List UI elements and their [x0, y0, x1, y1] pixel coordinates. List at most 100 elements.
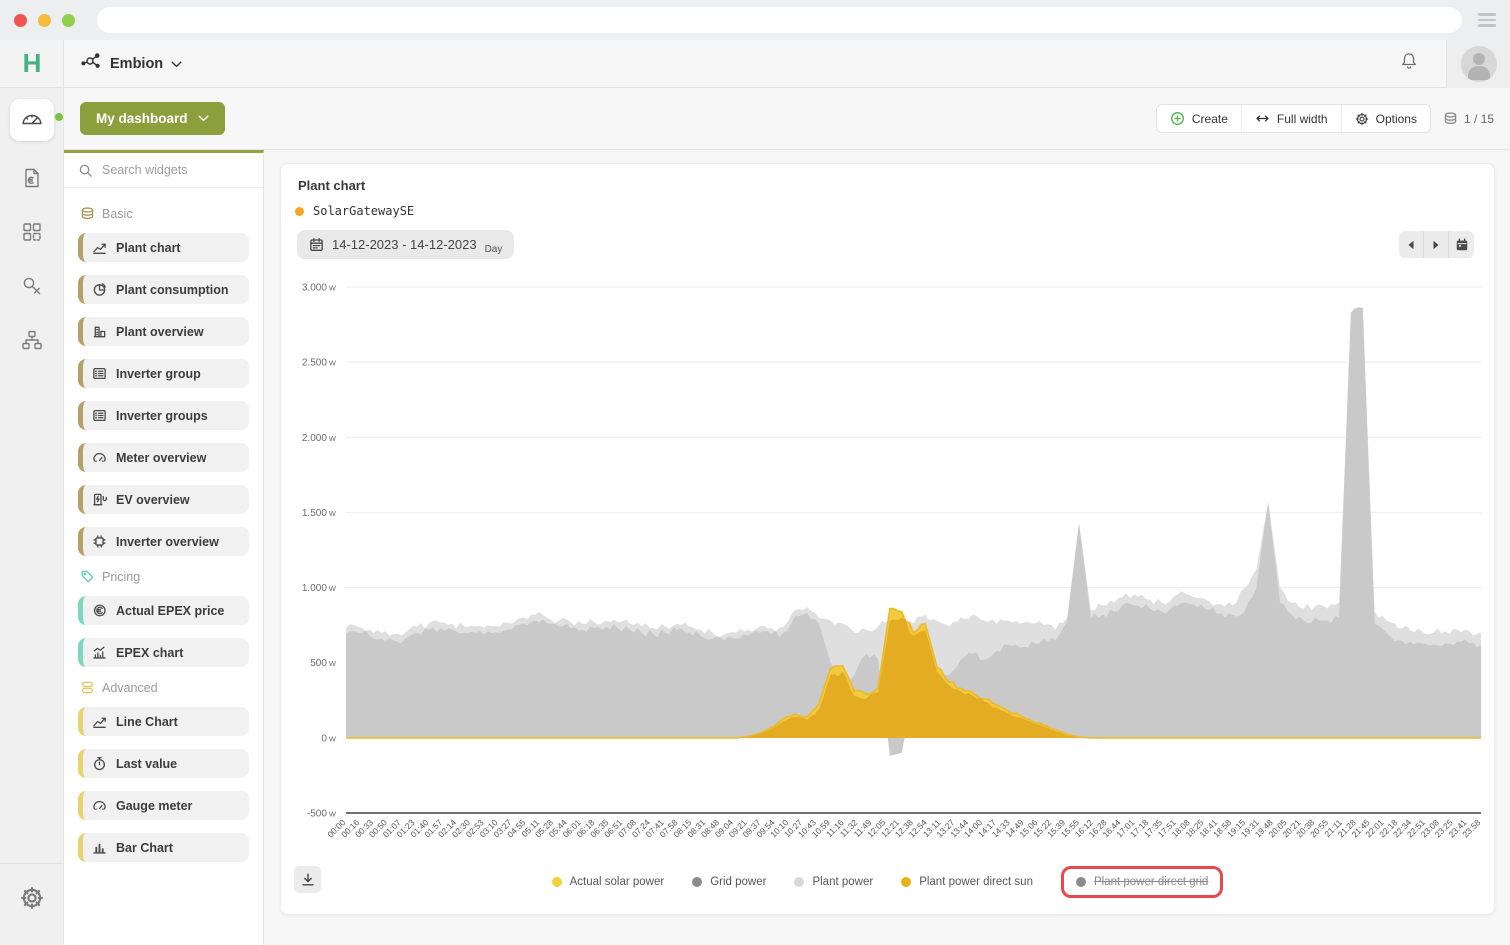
legend-item-grid-power[interactable]: Grid power	[692, 876, 766, 888]
device-status-dot	[295, 207, 304, 216]
next-period-button[interactable]	[1424, 231, 1449, 258]
widget-card-label: EPEX chart	[116, 646, 183, 660]
widget-card-last-value[interactable]: Last value	[78, 749, 249, 778]
sidebar-item-dashboard[interactable]	[10, 99, 54, 141]
widget-card-label: Plant chart	[116, 241, 181, 255]
widget-card-inverter-group[interactable]: Inverter group	[78, 359, 249, 388]
widget-card-inverter-overview[interactable]: Inverter overview	[78, 527, 249, 556]
widget-card-actual-epex-price[interactable]: Actual EPEX price	[78, 596, 249, 625]
chart-plot-area[interactable]: 3.000W2.500W2.000W1.500W1.000W500W0W-500…	[281, 272, 1496, 872]
sidebar-item-hierarchy[interactable]	[20, 328, 44, 357]
plus-circle-icon	[1170, 111, 1185, 126]
close-window-button[interactable]	[14, 14, 27, 27]
widget-section-label-advanced: Advanced	[80, 680, 249, 695]
notifications-bell-icon[interactable]	[1372, 50, 1446, 77]
svg-text:2.500W: 2.500W	[302, 358, 337, 369]
legend-item-plant-power-direct-sun[interactable]: Plant power direct sun	[901, 876, 1033, 888]
legend-label: Plant power direct sun	[919, 876, 1033, 888]
widget-card-inverter-groups[interactable]: Inverter groups	[78, 401, 249, 430]
meter-icon	[92, 450, 107, 465]
legend-dot	[1076, 877, 1086, 887]
app-logo[interactable]: H	[0, 40, 64, 87]
search-widgets-input[interactable]	[102, 163, 263, 177]
widget-card-label: Inverter groups	[116, 409, 208, 423]
widget-card-plant-chart[interactable]: Plant chart	[78, 233, 249, 262]
user-menu[interactable]	[1446, 40, 1510, 88]
widget-card-label: Bar Chart	[116, 841, 173, 855]
previous-period-button[interactable]	[1399, 231, 1424, 258]
widget-card-label: EV overview	[116, 493, 190, 507]
active-indicator-dot	[55, 113, 63, 121]
options-button[interactable]: Options	[1342, 105, 1430, 132]
org-selector[interactable]: Embion	[110, 56, 163, 72]
download-chart-button[interactable]	[294, 866, 321, 893]
widget-card-meter-overview[interactable]: Meter overview	[78, 443, 249, 472]
legend-item-actual-solar-power[interactable]: Actual solar power	[552, 876, 665, 888]
dashboard-canvas: Plant chart SolarGatewaySE 14-12-2023 - …	[264, 150, 1510, 945]
widget-card-bar-chart[interactable]: Bar Chart	[78, 833, 249, 862]
device-legend[interactable]: SolarGatewaySE	[295, 204, 414, 218]
dashboard-page-indicator[interactable]: 1 / 15	[1443, 111, 1494, 126]
url-bar[interactable]	[97, 7, 1462, 33]
section-label: Basic	[102, 207, 133, 221]
svg-text:500W: 500W	[310, 658, 337, 669]
logo-letter: H	[23, 48, 41, 79]
line-chart-icon	[92, 714, 107, 729]
sidebar-item-settings[interactable]	[20, 864, 44, 945]
search-icon	[78, 163, 93, 178]
table-list-icon	[92, 366, 107, 381]
svg-text:2.000W: 2.000W	[302, 433, 337, 444]
date-range-button[interactable]: 14-12-2023 - 14-12-2023 Day	[297, 230, 514, 259]
widget-card-label: Last value	[116, 757, 177, 771]
create-widget-button[interactable]: Create	[1157, 105, 1242, 132]
app-header: H Embion	[0, 40, 1510, 88]
stopwatch-icon	[92, 756, 107, 771]
org-graph-icon	[80, 50, 102, 77]
date-granularity-label: Day	[485, 244, 503, 259]
svg-text:1.000W: 1.000W	[302, 583, 337, 594]
annotation-highlight-box: Plant power direct grid	[1061, 866, 1223, 898]
sidebar-item-billing[interactable]	[20, 166, 44, 195]
window-controls	[14, 14, 75, 27]
maximize-window-button[interactable]	[62, 14, 75, 27]
dashboard-selector-button[interactable]: My dashboard	[80, 102, 225, 135]
widget-card-epex-chart[interactable]: EPEX chart	[78, 638, 249, 667]
pie-chart-icon	[92, 282, 107, 297]
svg-text:3.000W: 3.000W	[302, 283, 337, 294]
options-button-label: Options	[1376, 112, 1417, 126]
browser-menu-icon[interactable]	[1478, 13, 1496, 26]
download-icon	[300, 872, 316, 888]
widget-card-line-chart[interactable]: Line Chart	[78, 707, 249, 736]
browser-chrome	[0, 0, 1510, 40]
svg-text:0W: 0W	[321, 733, 337, 744]
minimize-window-button[interactable]	[38, 14, 51, 27]
sidebar-item-api-keys[interactable]	[20, 274, 44, 303]
cards-icon	[80, 680, 95, 695]
full-width-button[interactable]: Full width	[1242, 105, 1342, 132]
trend-chart-icon	[92, 645, 107, 660]
chart-legend: Actual solar power Grid power Plant power P…	[281, 864, 1494, 900]
calendar-today-icon	[1455, 238, 1469, 252]
legend-item-plant-power[interactable]: Plant power	[794, 876, 873, 888]
jump-to-today-button[interactable]	[1449, 231, 1474, 258]
legend-item-plant-power-direct-grid[interactable]: Plant power direct grid	[1076, 876, 1208, 888]
legend-label: Plant power	[812, 876, 873, 888]
calendar-icon	[309, 237, 324, 252]
widget-card-plant-overview[interactable]: Plant overview	[78, 317, 249, 346]
widget-section-label-basic: Basic	[80, 206, 249, 221]
toolbar-button-group: Create Full width Options	[1156, 104, 1431, 133]
widget-card-plant-consumption[interactable]: Plant consumption	[78, 275, 249, 304]
legend-dot	[794, 877, 804, 887]
widget-section-label-pricing: Pricing	[80, 569, 249, 584]
chevron-down-icon[interactable]	[171, 55, 182, 73]
ev-charger-icon	[92, 492, 107, 507]
widget-card-gauge-meter[interactable]: Gauge meter	[78, 791, 249, 820]
widget-card-ev-overview[interactable]: EV overview	[78, 485, 249, 514]
page-count-label: 1 / 15	[1464, 112, 1494, 126]
layers-icon	[80, 206, 95, 221]
device-name: SolarGatewaySE	[313, 204, 414, 218]
create-button-label: Create	[1192, 112, 1228, 126]
widget-search	[64, 153, 263, 188]
widget-title: Plant chart	[298, 178, 365, 193]
sidebar-item-widgets[interactable]	[20, 220, 44, 249]
